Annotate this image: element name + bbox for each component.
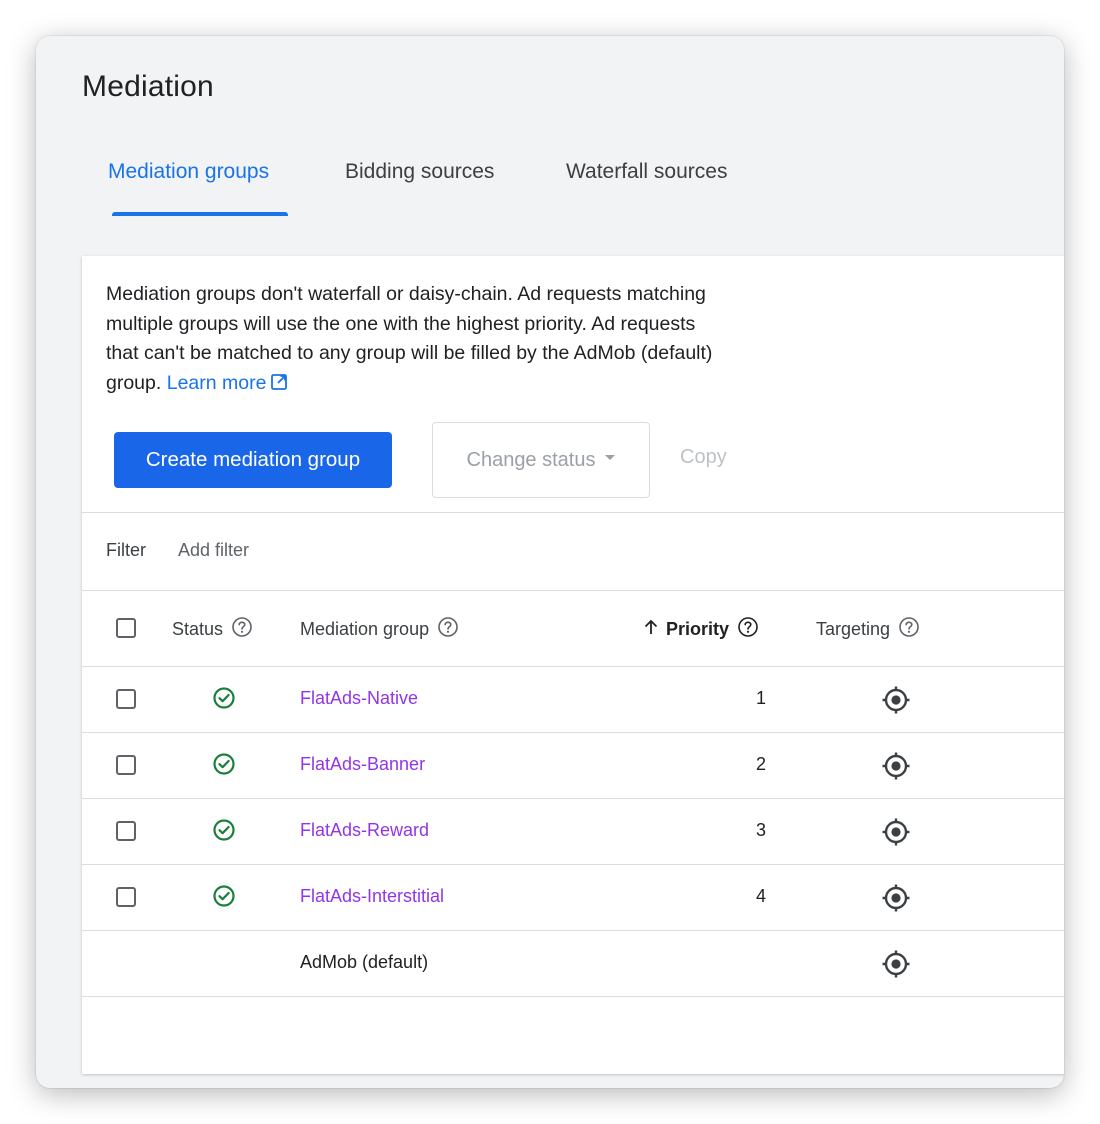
divider <box>82 512 1064 513</box>
mediation-groups-card: Mediation groups don't waterfall or dais… <box>82 256 1064 1074</box>
column-header-targeting-label: Targeting <box>816 619 891 639</box>
column-header-status-label: Status <box>172 619 224 639</box>
info-line-4: group. <box>106 371 162 394</box>
priority-value: 1 <box>755 688 766 708</box>
help-circle-icon[interactable] <box>231 616 253 643</box>
divider <box>82 590 1064 591</box>
priority-value: 3 <box>755 820 766 840</box>
row-checkbox[interactable] <box>116 755 136 775</box>
divider <box>82 732 1064 733</box>
tab-waterfall-sources[interactable]: Waterfall sources <box>566 160 727 184</box>
mediation-group-link[interactable]: FlatAds-Reward <box>300 820 429 841</box>
divider <box>82 864 1064 865</box>
mediation-group-link[interactable]: FlatAds-Interstitial <box>300 886 444 907</box>
learn-more-link[interactable]: Learn more <box>167 372 289 394</box>
target-icon[interactable] <box>880 882 912 919</box>
target-icon[interactable] <box>880 948 912 985</box>
column-header-status[interactable]: Status <box>172 616 253 643</box>
change-status-label: Change status <box>466 448 596 471</box>
info-line-1: Mediation groups don't waterfall or dais… <box>106 283 706 305</box>
info-line-2: multiple groups will use the one with th… <box>106 312 696 335</box>
check-circle-icon <box>212 884 236 913</box>
check-circle-icon <box>212 686 236 715</box>
copy-button[interactable]: Copy <box>680 446 727 469</box>
priority-value: 2 <box>755 754 766 774</box>
row-checkbox[interactable] <box>116 689 136 709</box>
mediation-group-name: AdMob (default) <box>300 952 429 972</box>
mediation-group-link[interactable]: FlatAds-Banner <box>300 754 425 775</box>
filter-label: Filter <box>106 540 146 560</box>
add-filter-button[interactable]: Add filter <box>178 540 249 561</box>
check-circle-icon <box>212 818 236 847</box>
target-icon[interactable] <box>880 684 912 721</box>
row-checkbox[interactable] <box>116 887 136 907</box>
arrow-up-icon <box>642 618 660 641</box>
info-text: Mediation groups don't waterfall or dais… <box>106 280 846 400</box>
column-header-mediation-group[interactable]: Mediation group <box>300 616 459 643</box>
active-tab-indicator <box>112 212 288 216</box>
column-header-priority[interactable]: Priority <box>642 616 759 643</box>
tab-mediation-groups[interactable]: Mediation groups <box>108 160 269 184</box>
create-mediation-group-button[interactable]: Create mediation group <box>114 432 392 488</box>
tab-bidding-sources[interactable]: Bidding sources <box>345 160 494 184</box>
divider <box>82 930 1064 931</box>
target-icon[interactable] <box>880 816 912 853</box>
help-circle-icon[interactable] <box>437 616 459 643</box>
mediation-group-link[interactable]: FlatAds-Native <box>300 688 418 709</box>
divider <box>82 996 1064 997</box>
select-all-checkbox[interactable] <box>116 618 136 638</box>
priority-value: 4 <box>755 886 766 906</box>
dropdown-caret-icon <box>605 454 616 460</box>
app-window: Mediation Mediation groups Bidding sourc… <box>36 36 1064 1088</box>
divider <box>82 666 1064 667</box>
change-status-dropdown[interactable]: Change status <box>432 422 650 498</box>
open-in-new-icon <box>270 371 288 401</box>
info-line-3: that can't be matched to any group will … <box>106 342 713 364</box>
learn-more-label: Learn more <box>166 371 267 394</box>
column-header-priority-label: Priority <box>666 619 730 639</box>
help-circle-icon[interactable] <box>737 616 759 643</box>
page-title: Mediation <box>82 70 214 103</box>
check-circle-icon <box>212 752 236 781</box>
help-circle-icon[interactable] <box>898 616 920 643</box>
column-header-group-label: Mediation group <box>300 619 430 639</box>
divider <box>82 798 1064 799</box>
target-icon[interactable] <box>880 750 912 787</box>
column-header-targeting[interactable]: Targeting <box>816 616 920 643</box>
row-checkbox[interactable] <box>116 821 136 841</box>
